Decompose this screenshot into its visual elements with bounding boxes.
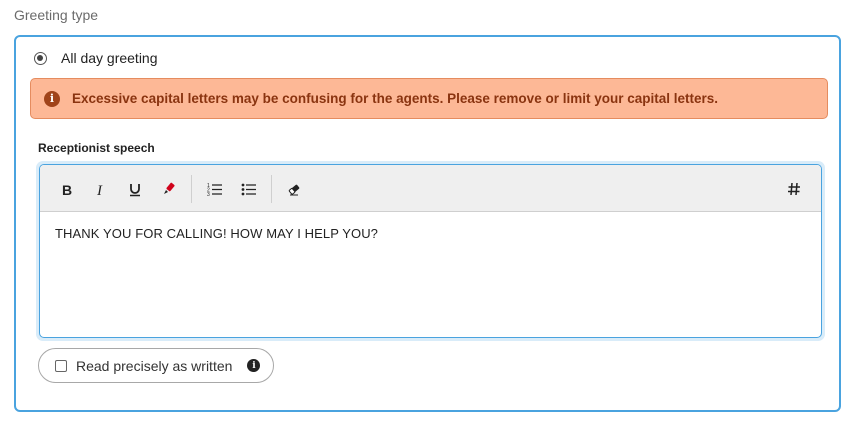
capital-letters-alert: i Excessive capital letters may be confu… (30, 78, 828, 119)
bold-icon[interactable]: B (56, 178, 78, 200)
read-precisely-toggle[interactable]: Read precisely as written i (38, 348, 274, 383)
editor-content[interactable]: THANK YOU FOR CALLING! HOW MAY I HELP YO… (40, 212, 821, 255)
info-circle-icon: i (44, 90, 60, 107)
section-label: Greeting type (14, 7, 99, 23)
hash-icon[interactable] (783, 178, 805, 200)
editor-label: Receptionist speech (38, 141, 155, 155)
underline-icon[interactable] (124, 178, 146, 200)
read-precisely-label: Read precisely as written (76, 357, 233, 374)
svg-text:3: 3 (207, 192, 210, 196)
read-precisely-checkbox[interactable] (55, 359, 67, 372)
all-day-greeting-radio[interactable]: All day greeting (34, 47, 158, 69)
toolbar-divider (271, 175, 272, 203)
rich-text-editor: B I 1 2 3 THANK YOU FOR CALLING! HOW MAY… (39, 164, 822, 338)
highlighter-icon[interactable] (158, 178, 180, 200)
greeting-panel: All day greeting i Excessive capital let… (14, 35, 841, 412)
info-icon[interactable]: i (247, 359, 261, 372)
radio-button[interactable] (34, 51, 47, 65)
svg-text:I: I (96, 183, 103, 196)
bullet-list-icon[interactable] (238, 178, 260, 200)
svg-text:B: B (62, 183, 72, 196)
ordered-list-icon[interactable]: 1 2 3 (204, 178, 226, 200)
italic-icon[interactable]: I (90, 178, 112, 200)
alert-message: Excessive capital letters may be confusi… (72, 91, 718, 106)
radio-label: All day greeting (61, 50, 158, 66)
toolbar-divider (191, 175, 192, 203)
eraser-icon[interactable] (283, 178, 305, 200)
editor-toolbar: B I 1 2 3 (40, 165, 821, 212)
